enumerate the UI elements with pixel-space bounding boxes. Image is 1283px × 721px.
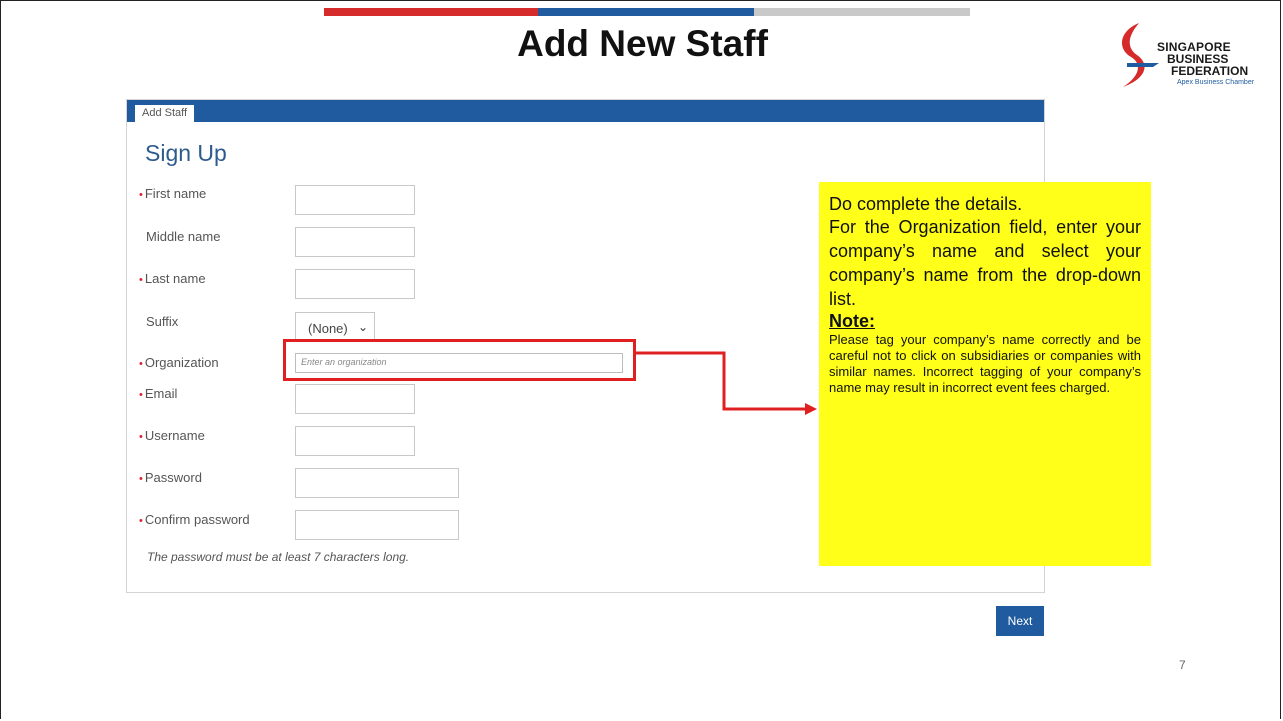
instruction-callout: Do complete the details. For the Organiz…	[819, 182, 1151, 566]
slide: Add New Staff SINGAPORE BUSINESS FEDERAT…	[0, 0, 1281, 719]
callout-body: For the Organization field, enter your c…	[829, 217, 1141, 309]
callout-intro: Do complete the details.	[829, 194, 1023, 214]
page-number: 7	[1179, 658, 1186, 672]
callout-note-text: Please tag your company’s name correctly…	[829, 332, 1141, 395]
next-button[interactable]: Next	[996, 606, 1044, 636]
callout-note-title: Note:	[829, 311, 875, 331]
